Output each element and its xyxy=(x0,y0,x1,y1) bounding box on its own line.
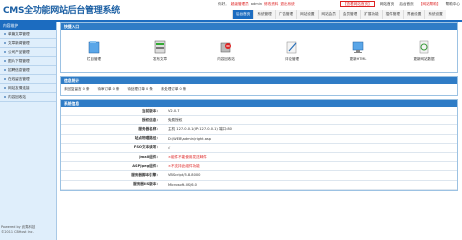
stat-pending-orders[interactable]: 待处理订单 0 条 xyxy=(127,87,152,92)
sysinfo-key: 授权信息： xyxy=(61,115,164,126)
quick-item-label: 更新HTML xyxy=(349,57,367,61)
quick-list: 栏目管理 发布文章 内容回收站 评论管理 更新HTML 更新网站数据 xyxy=(61,30,457,72)
user-info: 你好， 超级管理员 admin 修改资料 退出系统 xyxy=(218,2,297,7)
sysinfo-key: 服务器脚本引擎： xyxy=(61,170,164,181)
quick-item-publish[interactable]: 发布文章 xyxy=(140,40,180,62)
nav-extensions[interactable]: 扩展功能 xyxy=(360,10,382,19)
table-row: 服务器IIS版本： Microsoft-IIS/6.0 xyxy=(61,180,457,190)
sidebar-item-jobs[interactable]: 招聘信息管理 xyxy=(0,66,56,75)
sysinfo-key: ASPJpeg组件： xyxy=(61,161,164,172)
quick-panel: 快捷入口 栏目管理 发布文章 内容回收站 评论管理 更新HTML 更新网站数据 xyxy=(60,22,458,73)
sysinfo-panel-title: 系统信息 xyxy=(61,100,457,107)
nav-system[interactable]: 系统管理 xyxy=(253,10,275,19)
comment-icon xyxy=(286,41,297,54)
stat-unreplied-messages[interactable]: 未回复留言 0 条 xyxy=(64,87,89,92)
view-site-link[interactable]: 【查看网站首页】 xyxy=(339,1,375,7)
sysinfo-value: ×不支持此组件功能 xyxy=(163,161,457,172)
sysinfo-key: Jmail组件： xyxy=(61,152,164,163)
admin-home-link[interactable]: 后台首页 xyxy=(399,2,413,6)
logo: CMS全功能网站后台管理系统 xyxy=(3,6,120,16)
sidebar: 内容维护 单篇文章管理 文章新闻管理 公司产品管理 图片下载管理 招聘信息管理 … xyxy=(0,22,57,240)
quick-item-comments[interactable]: 评论管理 xyxy=(272,40,312,62)
sysinfo-value: √ xyxy=(163,143,457,153)
sidebar-title: 内容维护 xyxy=(0,22,56,30)
footer-copyright: ©2011 CBHost Inc. xyxy=(1,230,34,234)
table-row: 服务器名称： 主机 127.0.0.1(IP:127.0.0.1) 端口:80 xyxy=(61,124,457,135)
quick-item-update-data[interactable]: 更新网站数据 xyxy=(404,40,444,62)
sysinfo-value: VBScript/5.8.8000 xyxy=(163,170,457,181)
table-row: FSO文本读写： √ xyxy=(61,143,457,153)
edit-profile-link[interactable]: 修改资料 xyxy=(264,2,278,6)
table-row: 当前版本： V2.0.7 xyxy=(61,107,457,117)
main-nav: 后台首页 系统管理 广告管理 网站设置 网站会员 会员管理 扩展功能 插件管理 … xyxy=(232,10,446,19)
nav-admin-home[interactable]: 后台首页 xyxy=(232,10,254,19)
sysinfo-key: 服务器名称： xyxy=(61,124,164,135)
sysinfo-key: 当前版本： xyxy=(61,107,164,117)
footer: Powered by 武夷科技 ©2011 CBHost Inc. xyxy=(1,225,35,235)
sysinfo-table: 当前版本： V2.0.7 授权信息： 免费授权 服务器名称： 主机 127.0.0.1(I… xyxy=(61,107,457,190)
user-role: 超级管理员 xyxy=(230,2,249,6)
quick-item-update-html[interactable]: 更新HTML xyxy=(338,40,378,62)
quick-item-label: 评论管理 xyxy=(285,57,299,61)
stat-unprocessed-orders[interactable]: 未处理订单 0 条 xyxy=(161,87,186,92)
site-help-link[interactable]: 【网站帮助】 xyxy=(419,2,441,6)
table-row: 站点物理路径： D:\WEB\admin\right.asp xyxy=(61,134,457,144)
greeting-prefix: 你好， xyxy=(218,2,229,6)
nav-site-settings[interactable]: 网站设置 xyxy=(296,10,318,19)
user-name: admin xyxy=(250,2,263,6)
sysinfo-value: V2.0.7 xyxy=(163,107,457,117)
main-content: 快捷入口 栏目管理 发布文章 内容回收站 评论管理 更新HTML 更新网站数据 … xyxy=(60,22,458,194)
quick-item-label: 内容回收站 xyxy=(217,57,235,61)
site-home-link[interactable]: 网站首页 xyxy=(380,2,394,6)
stats-list: 未回复留言 0 条 待审订单 0 条 待处理订单 0 条 未处理订单 0 条 xyxy=(61,84,457,95)
sysinfo-panel: 系统信息 当前版本： V2.0.7 授权信息： 免费授权 服务器名称： 主机 127.0.… xyxy=(60,99,458,191)
refresh-data-icon xyxy=(419,40,429,54)
quick-item-label: 发布文章 xyxy=(153,57,167,61)
top-links: 【查看网站首页】 网站首页 后台首页 【网站帮助】 帮助中心 xyxy=(336,1,460,7)
help-center-link[interactable]: 帮助中心 xyxy=(446,2,460,6)
table-row: ASPJpeg组件： ×不支持此组件功能 xyxy=(61,161,457,172)
sidebar-item-recycle-bin[interactable]: 内容回收站 xyxy=(0,93,56,102)
nav-ads[interactable]: 广告管理 xyxy=(274,10,297,19)
sidebar-item-downloads[interactable]: 图片下载管理 xyxy=(0,57,56,66)
quick-item-label: 更新网站数据 xyxy=(413,57,435,61)
server-icon xyxy=(154,40,166,54)
quick-item-columns[interactable]: 栏目管理 xyxy=(74,40,114,62)
sidebar-item-products[interactable]: 公司产品管理 xyxy=(0,48,56,57)
stats-panel-title: 信息统计 xyxy=(61,77,457,84)
folder-icon xyxy=(88,41,100,54)
sysinfo-value: 主机 127.0.0.1(IP:127.0.0.1) 端口:80 xyxy=(163,124,457,135)
table-row: 服务器脚本引擎： VBScript/5.8.8000 xyxy=(61,170,457,181)
recycle-icon xyxy=(220,42,231,53)
stats-panel: 信息统计 未回复留言 0 条 待审订单 0 条 待处理订单 0 条 未处理订单 … xyxy=(60,76,458,96)
table-row: 授权信息： 免费授权 xyxy=(61,115,457,126)
sysinfo-value: D:\WEB\admin\right.asp xyxy=(163,134,457,144)
sysinfo-key: 服务器IIS版本： xyxy=(61,180,164,190)
nav-ui-settings[interactable]: 界面设置 xyxy=(403,10,425,19)
sidebar-item-single-article[interactable]: 单篇文章管理 xyxy=(0,30,56,39)
sysinfo-value: ×组件不能使用发送邮件 xyxy=(163,152,457,163)
quick-item-label: 栏目管理 xyxy=(87,57,101,61)
nav-system-settings[interactable]: 系统设置 xyxy=(424,10,446,19)
quick-panel-title: 快捷入口 xyxy=(61,23,457,30)
stat-pending-review-orders[interactable]: 待审订单 0 条 xyxy=(97,87,119,92)
sidebar-item-messages[interactable]: 在线留言管理 xyxy=(0,75,56,84)
table-row: Jmail组件： ×组件不能使用发送邮件 xyxy=(61,152,457,163)
sidebar-item-friend-links[interactable]: 网站友情连接 xyxy=(0,84,56,93)
header: CMS全功能网站后台管理系统 你好， 超级管理员 admin 修改资料 退出系统 【查看… xyxy=(0,0,462,20)
logout-link[interactable]: 退出系统 xyxy=(280,2,294,6)
nav-plugins[interactable]: 插件管理 xyxy=(381,10,403,19)
sysinfo-key: 站点物理路径： xyxy=(61,134,164,144)
nav-members[interactable]: 网站会员 xyxy=(317,10,339,19)
sidebar-item-news[interactable]: 文章新闻管理 xyxy=(0,39,56,48)
update-icon xyxy=(352,41,364,53)
sysinfo-value: Microsoft-IIS/6.0 xyxy=(163,180,457,190)
nav-member-admin[interactable]: 会员管理 xyxy=(338,10,361,19)
sysinfo-key: FSO文本读写： xyxy=(61,143,164,153)
sysinfo-value: 免费授权 xyxy=(163,115,457,126)
quick-item-recycle[interactable]: 内容回收站 xyxy=(206,40,246,62)
